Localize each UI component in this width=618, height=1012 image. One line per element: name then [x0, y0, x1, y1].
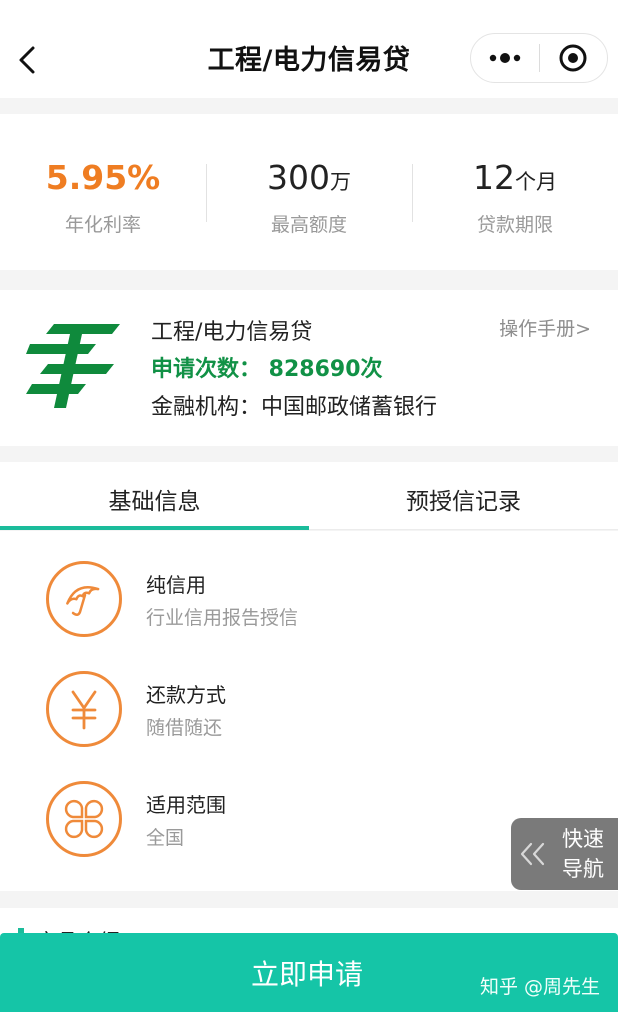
apply-button-label: 立即申请 [250, 957, 363, 991]
info-title: 纯信用 [146, 573, 206, 597]
product-card: 工程/电力信易贷 申请次数： 828690次 金融机构：中国邮政储蓄银行 操作手… [0, 290, 618, 446]
info-tabs: 基础信息 预授信记录 [0, 462, 618, 530]
info-subtitle: 行业信用报告授信 [146, 607, 299, 629]
umbrella-icon [46, 561, 122, 637]
info-subtitle: 随借随还 [146, 717, 223, 739]
navigation-bar: 工程/电力信易贷 [0, 0, 618, 98]
stat-interest-rate: 5.95% 年化利率 [0, 114, 206, 270]
china-post-logo [26, 324, 120, 408]
interest-rate-label: 年化利率 [64, 214, 141, 236]
product-name: 工程/电力信易贷 [151, 320, 313, 345]
quick-nav-label: 快速 导航 [562, 827, 604, 881]
info-subtitle: 全国 [146, 827, 185, 849]
apply-count: 申请次数： 828690次 [151, 357, 383, 382]
close-mini-program-button[interactable] [540, 34, 608, 82]
double-chevron-left-icon [511, 841, 555, 867]
max-amount-label: 最高额度 [270, 214, 347, 236]
info-title: 还款方式 [146, 683, 226, 707]
stat-loan-term: 12个月 贷款期限 [412, 114, 618, 270]
operation-manual-link[interactable]: 操作手册> [499, 314, 591, 341]
yen-icon [46, 671, 122, 747]
loan-stats-panel: 5.95% 年化利率 300万 最高额度 12个月 贷款期限 [0, 114, 618, 270]
more-button[interactable] [471, 34, 539, 82]
list-item: 还款方式 随借随还 [0, 641, 618, 751]
clover-icon [46, 781, 122, 857]
interest-rate-value: 5.95% [45, 158, 161, 197]
tab-pre-credit-records[interactable]: 预授信记录 [309, 462, 618, 529]
list-item: 纯信用 行业信用报告授信 [0, 531, 618, 641]
quick-nav-button[interactable]: 快速 导航 [511, 818, 618, 890]
max-amount-value: 300万 [267, 158, 351, 197]
mini-program-capsule [470, 33, 608, 83]
stat-max-amount: 300万 最高额度 [206, 114, 412, 270]
record-target-icon [559, 44, 587, 72]
loan-term-label: 贷款期限 [476, 214, 553, 236]
financial-institution: 金融机构：中国邮政储蓄银行 [151, 395, 438, 420]
watermark: 知乎 @周先生 [479, 976, 600, 998]
info-title: 适用范围 [146, 793, 226, 817]
more-dots-icon [489, 53, 520, 63]
tab-basic-info[interactable]: 基础信息 [0, 462, 309, 530]
loan-term-value: 12个月 [473, 158, 557, 197]
